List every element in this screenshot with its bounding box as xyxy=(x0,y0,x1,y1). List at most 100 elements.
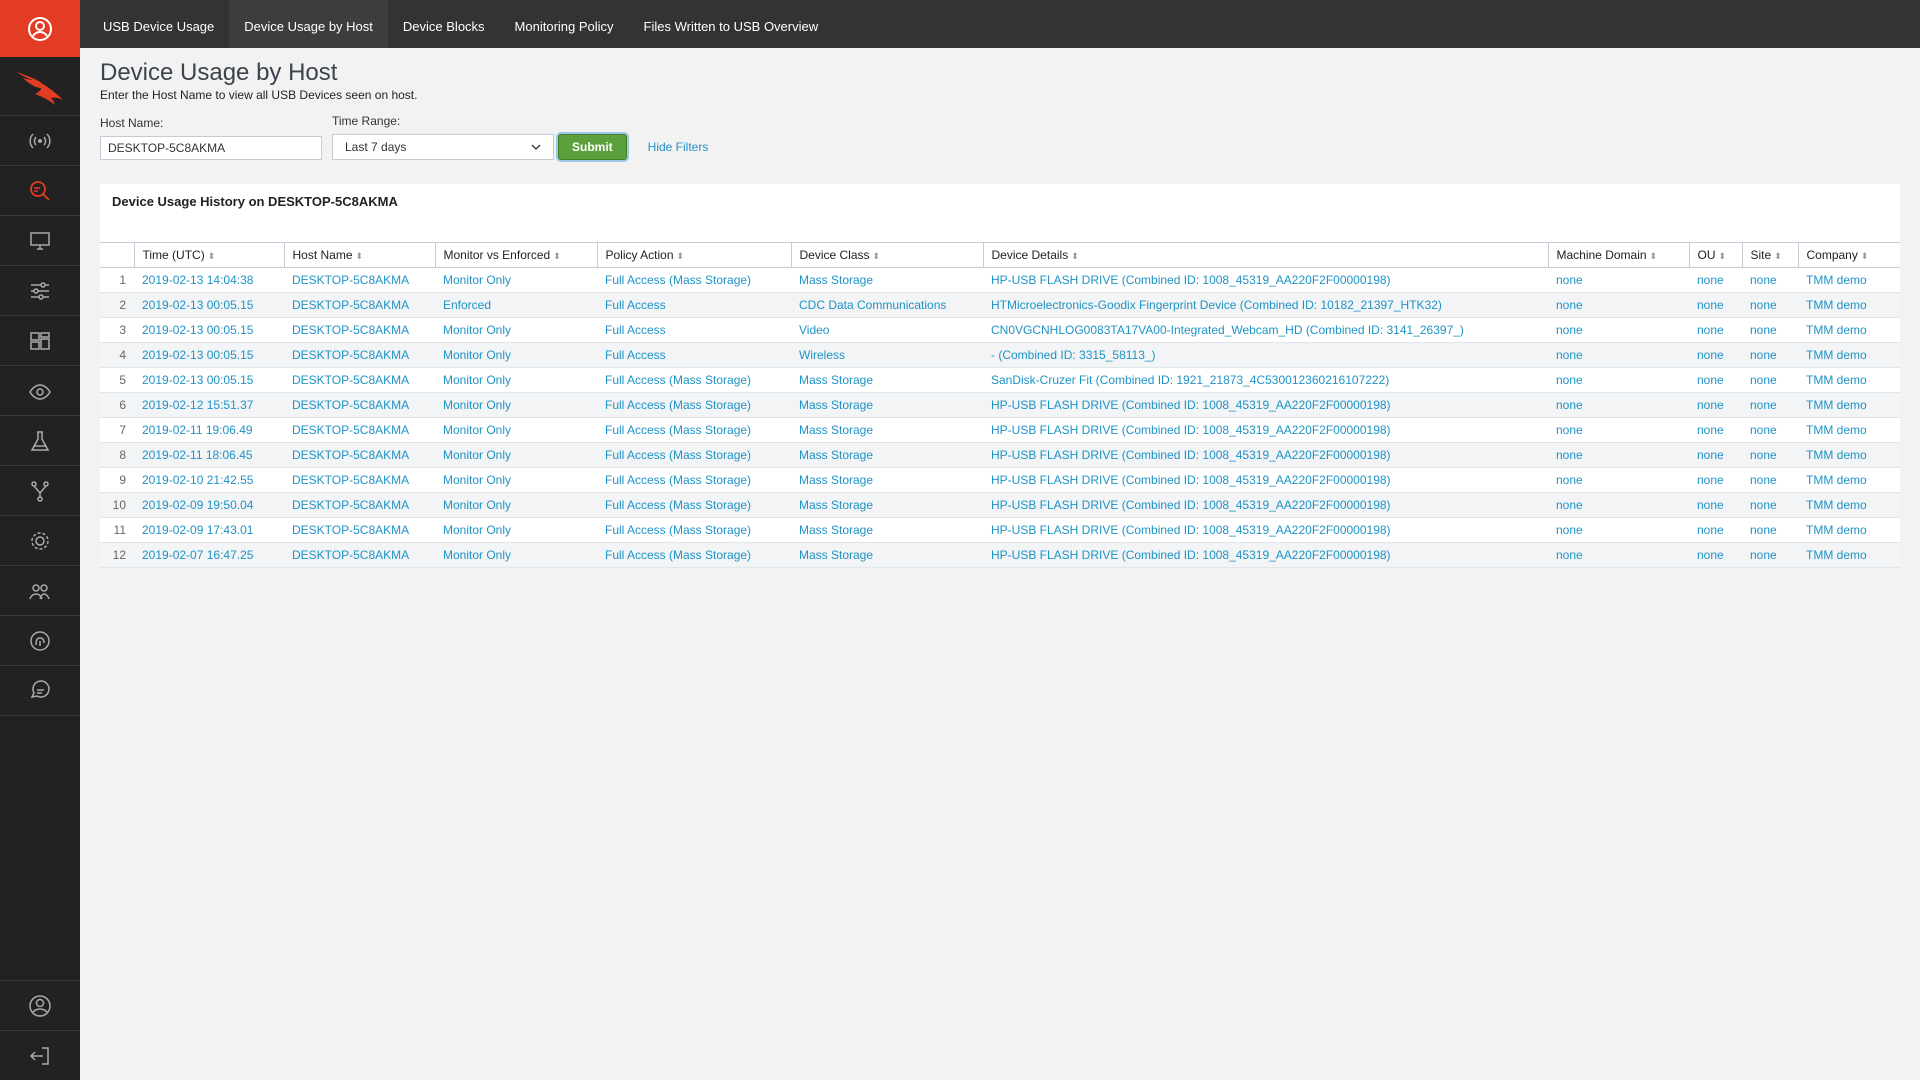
table-cell[interactable]: none xyxy=(1689,517,1742,543)
table-cell[interactable]: TMM demo xyxy=(1798,342,1900,368)
table-cell[interactable]: none xyxy=(1689,367,1742,393)
table-cell[interactable]: none xyxy=(1742,292,1798,318)
table-cell[interactable]: DESKTOP-5C8AKMA xyxy=(284,317,435,343)
table-cell[interactable]: 2019-02-13 00:05.15 xyxy=(134,292,284,318)
table-cell[interactable]: none xyxy=(1689,492,1742,518)
sidebar-item-intelligence[interactable] xyxy=(0,366,80,416)
table-cell[interactable]: Monitor Only xyxy=(435,342,597,368)
column-header-company[interactable]: Company ⬍ xyxy=(1797,242,1900,268)
table-cell[interactable]: DESKTOP-5C8AKMA xyxy=(284,292,435,318)
table-cell[interactable]: Monitor Only xyxy=(435,542,597,568)
sidebar-item-investigate[interactable] xyxy=(0,166,80,216)
table-cell[interactable]: DESKTOP-5C8AKMA xyxy=(284,367,435,393)
sidebar-item-workflows[interactable] xyxy=(0,466,80,516)
table-cell[interactable]: Full Access xyxy=(597,292,791,318)
tab-device-usage-by-host[interactable]: Device Usage by Host xyxy=(229,0,388,48)
table-cell[interactable]: HP-USB FLASH DRIVE (Combined ID: 1008_45… xyxy=(983,467,1548,493)
table-cell[interactable]: none xyxy=(1548,392,1689,418)
table-cell[interactable]: TMM demo xyxy=(1798,267,1900,293)
table-cell[interactable]: HTMicroelectronics-Goodix Fingerprint De… xyxy=(983,292,1548,318)
table-cell[interactable]: none xyxy=(1689,542,1742,568)
table-cell[interactable]: DESKTOP-5C8AKMA xyxy=(284,492,435,518)
table-cell[interactable]: none xyxy=(1689,267,1742,293)
table-cell[interactable]: DESKTOP-5C8AKMA xyxy=(284,342,435,368)
table-cell[interactable]: TMM demo xyxy=(1798,517,1900,543)
table-cell[interactable]: TMM demo xyxy=(1798,542,1900,568)
table-cell[interactable]: DESKTOP-5C8AKMA xyxy=(284,517,435,543)
table-cell[interactable]: 2019-02-13 14:04:38 xyxy=(134,267,284,293)
table-cell[interactable]: Full Access xyxy=(597,342,791,368)
table-cell[interactable]: HP-USB FLASH DRIVE (Combined ID: 1008_45… xyxy=(983,417,1548,443)
table-cell[interactable]: none xyxy=(1742,492,1798,518)
table-cell[interactable]: DESKTOP-5C8AKMA xyxy=(284,542,435,568)
table-cell[interactable]: Monitor Only xyxy=(435,392,597,418)
table-cell[interactable]: Full Access (Mass Storage) xyxy=(597,517,791,543)
table-cell[interactable]: DESKTOP-5C8AKMA xyxy=(284,267,435,293)
table-cell[interactable]: none xyxy=(1742,517,1798,543)
column-header-machine-domain[interactable]: Machine Domain ⬍ xyxy=(1547,242,1689,268)
sidebar-item-identity[interactable] xyxy=(0,616,80,666)
table-cell[interactable]: HP-USB FLASH DRIVE (Combined ID: 1008_45… xyxy=(983,392,1548,418)
table-cell[interactable]: Mass Storage xyxy=(791,417,983,443)
table-cell[interactable]: Full Access (Mass Storage) xyxy=(597,367,791,393)
table-cell[interactable]: DESKTOP-5C8AKMA xyxy=(284,442,435,468)
sidebar-item-users[interactable] xyxy=(0,566,80,616)
sidebar-item-dashboards[interactable] xyxy=(0,316,80,366)
table-cell[interactable]: TMM demo xyxy=(1798,467,1900,493)
table-cell[interactable]: Full Access (Mass Storage) xyxy=(597,392,791,418)
falcon-logo[interactable] xyxy=(0,57,80,116)
table-cell[interactable]: Monitor Only xyxy=(435,417,597,443)
tab-device-blocks[interactable]: Device Blocks xyxy=(388,0,500,48)
table-cell[interactable]: Mass Storage xyxy=(791,467,983,493)
table-cell[interactable]: Full Access (Mass Storage) xyxy=(597,267,791,293)
table-cell[interactable]: none xyxy=(1689,417,1742,443)
table-cell[interactable]: 2019-02-13 00:05.15 xyxy=(134,342,284,368)
column-header-host-name[interactable]: Host Name ⬍ xyxy=(283,242,435,268)
table-cell[interactable]: 2019-02-11 19:06.49 xyxy=(134,417,284,443)
table-cell[interactable]: Monitor Only xyxy=(435,492,597,518)
table-cell[interactable]: SanDisk-Cruzer Fit (Combined ID: 1921_21… xyxy=(983,367,1548,393)
table-cell[interactable]: 2019-02-09 19:50.04 xyxy=(134,492,284,518)
table-cell[interactable]: TMM demo xyxy=(1798,292,1900,318)
column-header-ou[interactable]: OU ⬍ xyxy=(1688,242,1742,268)
table-cell[interactable]: none xyxy=(1742,267,1798,293)
table-cell[interactable]: TMM demo xyxy=(1798,417,1900,443)
sidebar-item-settings[interactable] xyxy=(0,516,80,566)
table-cell[interactable]: none xyxy=(1548,542,1689,568)
table-cell[interactable]: none xyxy=(1548,317,1689,343)
table-cell[interactable]: 2019-02-07 16:47.25 xyxy=(134,542,284,568)
table-cell[interactable]: none xyxy=(1742,317,1798,343)
table-cell[interactable]: Mass Storage xyxy=(791,442,983,468)
table-cell[interactable]: none xyxy=(1548,267,1689,293)
column-header-device-details[interactable]: Device Details ⬍ xyxy=(982,242,1548,268)
table-cell[interactable]: Video xyxy=(791,317,983,343)
table-cell[interactable]: Full Access (Mass Storage) xyxy=(597,542,791,568)
tab-monitoring-policy[interactable]: Monitoring Policy xyxy=(500,0,629,48)
table-cell[interactable]: Monitor Only xyxy=(435,467,597,493)
table-cell[interactable]: none xyxy=(1689,392,1742,418)
table-cell[interactable]: 2019-02-09 17:43.01 xyxy=(134,517,284,543)
table-cell[interactable]: 2019-02-10 21:42.55 xyxy=(134,467,284,493)
table-cell[interactable]: none xyxy=(1689,467,1742,493)
user-menu-button[interactable] xyxy=(0,0,80,57)
column-header-time-utc[interactable]: Time (UTC) ⬍ xyxy=(133,242,284,268)
table-cell[interactable]: Monitor Only xyxy=(435,517,597,543)
table-cell[interactable]: TMM demo xyxy=(1798,442,1900,468)
table-cell[interactable]: CDC Data Communications xyxy=(791,292,983,318)
table-cell[interactable]: none xyxy=(1742,417,1798,443)
sidebar-item-configuration[interactable] xyxy=(0,266,80,316)
table-cell[interactable]: none xyxy=(1742,367,1798,393)
table-cell[interactable]: HP-USB FLASH DRIVE (Combined ID: 1008_45… xyxy=(983,517,1548,543)
table-cell[interactable]: Full Access (Mass Storage) xyxy=(597,467,791,493)
submit-button[interactable]: Submit xyxy=(558,134,627,160)
table-cell[interactable]: Mass Storage xyxy=(791,392,983,418)
sidebar-item-activity[interactable] xyxy=(0,116,80,166)
table-cell[interactable]: Monitor Only xyxy=(435,317,597,343)
table-cell[interactable]: Mass Storage xyxy=(791,367,983,393)
table-cell[interactable]: HP-USB FLASH DRIVE (Combined ID: 1008_45… xyxy=(983,442,1548,468)
table-cell[interactable]: none xyxy=(1548,367,1689,393)
table-cell[interactable]: Monitor Only xyxy=(435,267,597,293)
table-cell[interactable]: none xyxy=(1689,342,1742,368)
table-cell[interactable]: none xyxy=(1548,292,1689,318)
table-cell[interactable]: none xyxy=(1548,442,1689,468)
